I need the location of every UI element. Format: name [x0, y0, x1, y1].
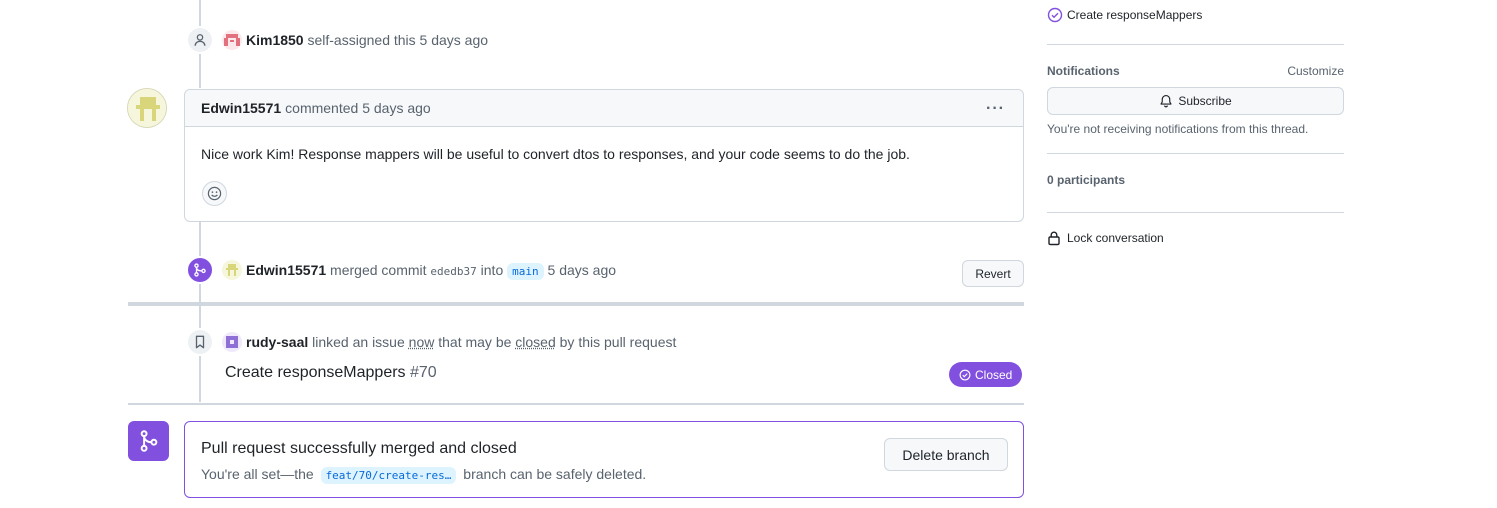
merge-status-box: Pull request successfully merged and clo… — [184, 421, 1024, 498]
sidebar-divider — [1047, 212, 1344, 213]
timeline-divider — [128, 302, 1024, 306]
check-circle-icon — [1047, 7, 1063, 23]
base-branch-pill[interactable]: main — [507, 263, 544, 280]
comment-card: Edwin15571 commented 5 days ago ··· Nice… — [184, 89, 1024, 222]
bookmark-icon — [186, 328, 214, 356]
check-circle-icon — [959, 369, 971, 380]
timeline-divider — [128, 403, 1024, 405]
bell-icon — [1160, 95, 1172, 108]
lock-icon — [1048, 231, 1060, 246]
sidebar-divider — [1047, 44, 1344, 45]
commit-sha-link[interactable]: ededb37 — [430, 265, 476, 278]
customize-link[interactable]: Customize — [1287, 64, 1344, 78]
subscribe-button[interactable]: Subscribe — [1047, 87, 1344, 115]
comment-timestamp[interactable]: commented 5 days ago — [285, 100, 431, 116]
smiley-icon — [207, 186, 222, 201]
link-event-text: rudy-saal linked an issue now that may b… — [246, 334, 677, 350]
notifications-note: You're not receiving notifications from … — [1047, 122, 1309, 136]
comment-body: Nice work Kim! Response mappers will be … — [201, 146, 910, 162]
comment-author-avatar[interactable] — [127, 88, 167, 128]
sidebar-linked-issue[interactable]: Create responseMappers — [1047, 7, 1202, 23]
merge-event-text: Edwin15571 merged commit ededb37 into ma… — [246, 262, 617, 280]
status-badge: Closed — [949, 362, 1023, 387]
head-branch-pill[interactable]: feat/70/create-res… — [320, 467, 457, 484]
actor-link[interactable]: Kim1850 — [246, 32, 304, 48]
delete-branch-button[interactable]: Delete branch — [884, 438, 1008, 471]
lock-conversation-button[interactable]: Lock conversation — [1047, 230, 1164, 246]
issue-number[interactable]: #70 — [410, 364, 437, 381]
assign-event-text: Kim1850 self-assigned this 5 days ago — [246, 32, 489, 48]
avatar[interactable] — [222, 30, 242, 50]
closed-link[interactable]: closed — [515, 334, 555, 350]
avatar[interactable] — [222, 332, 242, 352]
linked-issue-title[interactable]: Create responseMappers #70 — [225, 364, 437, 382]
assign-event: Kim1850 self-assigned this 5 days ago — [186, 26, 488, 54]
revert-button[interactable]: Revert — [962, 260, 1024, 287]
merge-timestamp[interactable]: 5 days ago — [548, 262, 617, 278]
git-merge-icon — [128, 421, 169, 461]
git-merge-icon — [186, 256, 214, 284]
avatar[interactable] — [222, 260, 242, 280]
merge-status-subtitle: You're all set—the feat/70/create-res… b… — [201, 466, 647, 484]
sidebar-divider — [1047, 153, 1344, 154]
person-icon — [186, 26, 214, 54]
link-event: rudy-saal linked an issue now that may b… — [186, 328, 676, 356]
comment-author[interactable]: Edwin15571 — [201, 100, 281, 116]
merge-status-title: Pull request successfully merged and clo… — [201, 440, 517, 457]
actor-link[interactable]: rudy-saal — [246, 334, 308, 350]
participants-heading: 0 participants — [1047, 173, 1126, 187]
add-reaction-button[interactable] — [202, 181, 227, 206]
merge-event: Edwin15571 merged commit ededb37 into ma… — [186, 256, 616, 284]
now-link[interactable]: now — [409, 334, 435, 350]
kebab-menu-icon[interactable]: ··· — [986, 100, 1005, 118]
notifications-heading: Notifications — [1047, 64, 1120, 78]
actor-link[interactable]: Edwin15571 — [246, 262, 326, 278]
comment-header: Edwin15571 commented 5 days ago ··· — [185, 90, 1023, 127]
